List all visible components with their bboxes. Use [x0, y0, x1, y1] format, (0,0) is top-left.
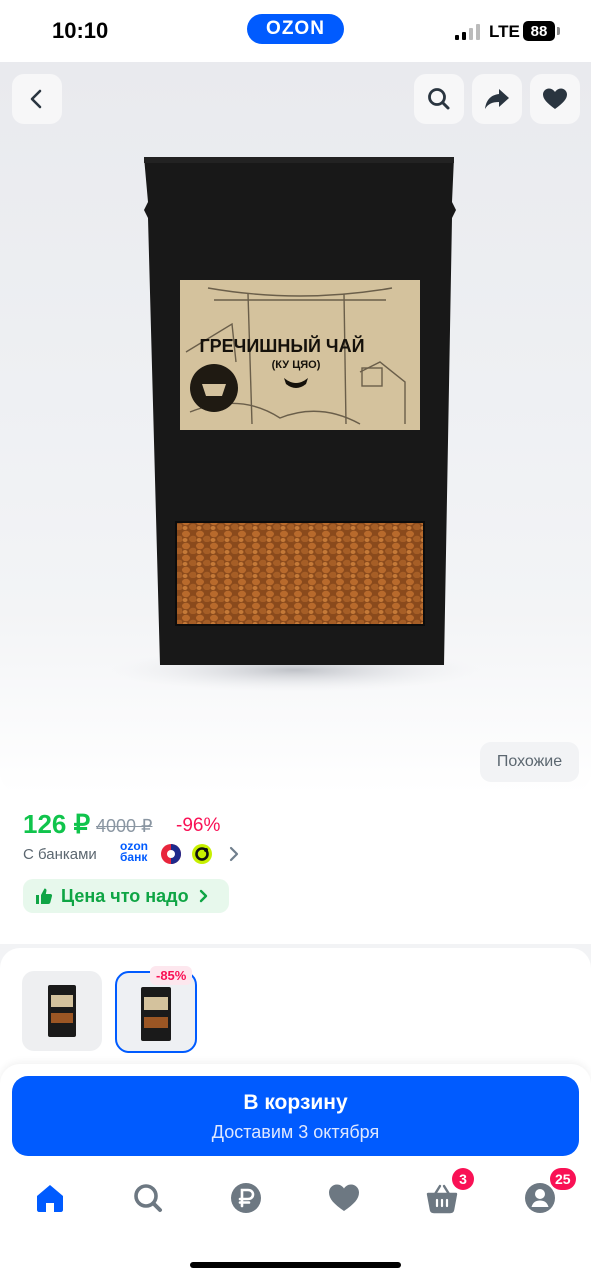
back-chevron-icon — [30, 89, 42, 109]
thumbs-up-icon — [36, 888, 53, 904]
nav-finance[interactable] — [229, 1181, 263, 1215]
current-price: 126 ₽ — [23, 809, 91, 839]
banks-label[interactable]: С банками — [23, 846, 97, 863]
back-button[interactable] — [12, 74, 62, 124]
thumbnail-discount-badge: -85% — [150, 966, 193, 985]
bank-logo-green-icon — [192, 844, 212, 864]
add-to-cart-button[interactable]: В корзину Доставим 3 октября — [12, 1076, 579, 1156]
search-button[interactable] — [414, 74, 464, 124]
thumbnail-1[interactable] — [22, 971, 102, 1051]
similar-button[interactable]: Похожие — [480, 742, 579, 782]
product-gallery[interactable]: ГРЕЧИШНЫЙ ЧАЙ (КУ ЦЯО) Похожие — [0, 62, 591, 794]
chevron-right-icon — [199, 889, 207, 903]
share-icon — [485, 89, 509, 109]
ozon-logo[interactable]: OZON — [247, 14, 344, 44]
search-icon — [134, 1184, 162, 1212]
discount-percent: -96% — [176, 815, 221, 836]
nav-favorites[interactable] — [327, 1181, 361, 1215]
heart-icon — [329, 1184, 359, 1211]
cellular-signal-icon — [455, 24, 483, 40]
network-type: LTE — [489, 22, 520, 41]
battery-icon: 88 — [523, 21, 555, 41]
package-subtitle: (КУ ЦЯО) — [272, 359, 321, 371]
battery-tip — [557, 27, 560, 35]
tea-window — [176, 522, 424, 625]
old-price: 4000 ₽ — [96, 816, 153, 836]
search-icon — [428, 88, 450, 110]
nav-home[interactable] — [33, 1181, 67, 1215]
profile-notification-badge: 25 — [550, 1168, 576, 1190]
nav-search[interactable] — [131, 1181, 165, 1215]
delivery-date: Доставим 3 октября — [211, 1122, 380, 1142]
add-to-cart-label: В корзину — [243, 1091, 348, 1114]
cart-count-badge: 3 — [452, 1168, 474, 1190]
good-price-badge[interactable]: Цена что надо — [23, 879, 229, 913]
ozon-bank-logo: ozon банк — [120, 840, 156, 864]
thumbnail-image — [48, 985, 76, 1037]
favorite-button[interactable] — [530, 74, 580, 124]
ozon-bank-line2: банк — [120, 850, 148, 864]
package-title: ГРЕЧИШНЫЙ ЧАЙ — [199, 335, 364, 356]
chevron-right-icon[interactable] — [228, 846, 240, 862]
home-icon — [37, 1185, 63, 1212]
ruble-icon — [231, 1183, 261, 1213]
home-indicator — [190, 1262, 401, 1268]
good-price-label: Цена что надо — [61, 885, 189, 906]
status-time: 10:10 — [52, 18, 109, 43]
bank-logo-icon — [161, 844, 181, 864]
product-image: ГРЕЧИШНЫЙ ЧАЙ (КУ ЦЯО) — [110, 157, 480, 692]
share-button[interactable] — [472, 74, 522, 124]
heart-icon — [543, 88, 567, 109]
